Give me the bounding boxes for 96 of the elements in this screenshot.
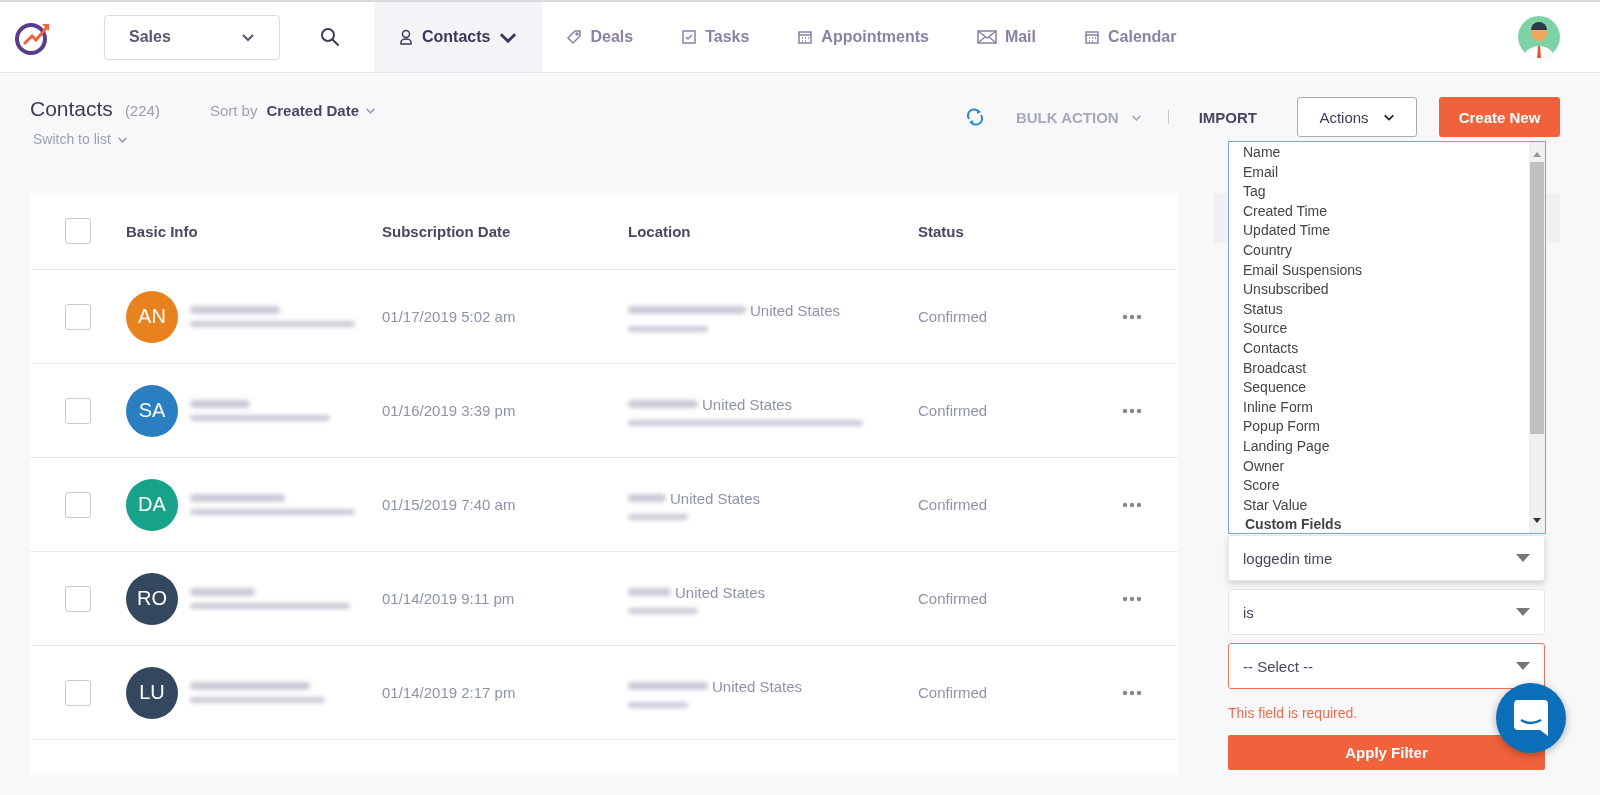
row-checkbox[interactable] — [65, 585, 91, 612]
listbox-option[interactable]: Landing Page — [1243, 436, 1529, 457]
chat-button[interactable] — [1496, 683, 1566, 753]
redacted-text — [628, 588, 671, 596]
calendar-icon — [797, 29, 814, 45]
status-text: Confirmed — [918, 308, 989, 325]
redacted-text — [628, 400, 698, 408]
import-button[interactable]: IMPORT — [1198, 108, 1257, 126]
option-group-label: Custom Fields — [1244, 515, 1343, 535]
more-icon — [1122, 313, 1142, 320]
tag-icon — [566, 29, 583, 45]
listbox-option[interactable]: Created Time — [1243, 201, 1529, 222]
mail-icon — [976, 29, 997, 45]
sort-label: Sort by — [209, 102, 258, 119]
chat-icon — [1514, 700, 1548, 736]
row-checkbox[interactable] — [65, 397, 91, 424]
listbox-option[interactable]: Email Suspensions — [1243, 260, 1529, 281]
redacted-text — [190, 400, 250, 408]
status-text: Confirmed — [918, 496, 989, 513]
more-icon — [1122, 595, 1142, 602]
redacted-text — [628, 607, 698, 614]
more-icon — [1122, 407, 1142, 414]
user-avatar[interactable] — [1518, 16, 1560, 58]
actions-button[interactable]: Actions — [1297, 97, 1417, 137]
caret-down-icon — [1516, 608, 1530, 616]
listbox-option[interactable]: Updated Time — [1243, 221, 1529, 241]
column-header: Location — [628, 222, 692, 240]
listbox-option[interactable]: Email — [1243, 162, 1529, 183]
calendar-icon — [1084, 29, 1100, 45]
listbox-option[interactable]: Star Value — [1243, 495, 1529, 516]
listbox-option[interactable]: Contacts — [1243, 338, 1529, 359]
status-text: Confirmed — [918, 402, 989, 419]
location-country: United States — [750, 301, 841, 319]
listbox-option[interactable]: Sequence — [1243, 378, 1529, 398]
location-country: United States — [712, 677, 803, 695]
refresh-icon — [965, 107, 984, 127]
nav-tab[interactable]: Contacts — [374, 2, 543, 72]
error-message: This field is required. — [1228, 705, 1359, 721]
subscription-date: 01/16/2019 3:39 pm — [382, 402, 517, 419]
subscription-date: 01/14/2019 2:17 pm — [382, 684, 517, 701]
caret-down-icon — [1516, 554, 1530, 562]
column-header: Basic Info — [126, 222, 199, 240]
filter-select[interactable]: loggedin time — [1228, 535, 1545, 581]
contact-avatar: SA — [126, 384, 178, 437]
listbox-option[interactable]: Unsubscribed — [1243, 280, 1529, 300]
filter-select[interactable]: is — [1228, 589, 1545, 635]
column-header: Subscription Date — [382, 222, 512, 240]
location-country: United States — [675, 583, 766, 601]
row-checkbox[interactable] — [65, 491, 91, 518]
scrollbar[interactable] — [1529, 142, 1545, 533]
contact-avatar: DA — [126, 478, 178, 531]
listbox-option[interactable]: Source — [1243, 319, 1529, 339]
workspace-select[interactable]: Sales — [104, 14, 280, 60]
listbox-option[interactable]: Popup Form — [1243, 417, 1529, 437]
select-all-checkbox[interactable] — [65, 218, 91, 244]
checklist-icon — [681, 29, 698, 45]
row-checkbox[interactable] — [65, 303, 91, 330]
subscription-date: 01/15/2019 7:40 am — [382, 496, 517, 513]
search-icon — [320, 27, 340, 47]
nav-tab[interactable]: Tasks — [657, 2, 774, 72]
nav-tab[interactable]: Deals — [542, 2, 658, 72]
listbox-option[interactable]: Inline Form — [1243, 397, 1529, 418]
nav-tab[interactable]: Calendar — [1060, 2, 1201, 72]
location-country: United States — [670, 489, 761, 507]
contact-avatar: LU — [126, 666, 178, 719]
redacted-text — [628, 513, 688, 520]
person-icon — [398, 29, 414, 45]
redacted-text — [628, 494, 666, 502]
contact-count: (224) — [124, 102, 160, 119]
field-listbox[interactable]: Name Email Tag Created Time Updated Time Country Email Suspensions Unsubscribed Status Source Contacts Broadcast Sequence Inline Form Popup Form Landing Page Owner Score Star Value Custom Fields — [1228, 141, 1546, 534]
redacted-text — [190, 588, 255, 596]
row-checkbox[interactable] — [65, 679, 91, 706]
filter-select[interactable]: -- Select -- — [1228, 643, 1545, 689]
contact-avatar: AN — [126, 290, 178, 343]
subscription-date: 01/17/2019 5:02 am — [382, 308, 517, 325]
listbox-option[interactable]: Score — [1243, 476, 1529, 496]
status-text: Confirmed — [918, 590, 989, 607]
contact-avatar: RO — [126, 572, 178, 625]
listbox-option[interactable]: Tag — [1243, 182, 1529, 202]
listbox-option[interactable]: Status — [1243, 299, 1529, 320]
more-icon — [1122, 501, 1142, 508]
listbox-option[interactable]: Broadcast — [1243, 358, 1529, 379]
subscription-date: 01/14/2019 9:11 pm — [382, 590, 516, 607]
column-header: Status — [918, 222, 965, 240]
listbox-option[interactable]: Name — [1243, 143, 1529, 163]
more-icon — [1122, 689, 1142, 696]
listbox-option[interactable]: Owner — [1243, 456, 1529, 477]
page-title: Contacts — [30, 97, 113, 121]
listbox-option[interactable]: Country — [1243, 240, 1529, 261]
location-country: United States — [702, 395, 793, 413]
caret-down-icon — [1516, 662, 1530, 670]
redacted-text — [628, 701, 688, 708]
nav-tab[interactable]: Appointments — [773, 2, 953, 72]
sort-select[interactable]: Created Date — [257, 102, 376, 119]
status-text: Confirmed — [918, 684, 989, 701]
nav-tab[interactable]: Mail — [952, 2, 1060, 72]
